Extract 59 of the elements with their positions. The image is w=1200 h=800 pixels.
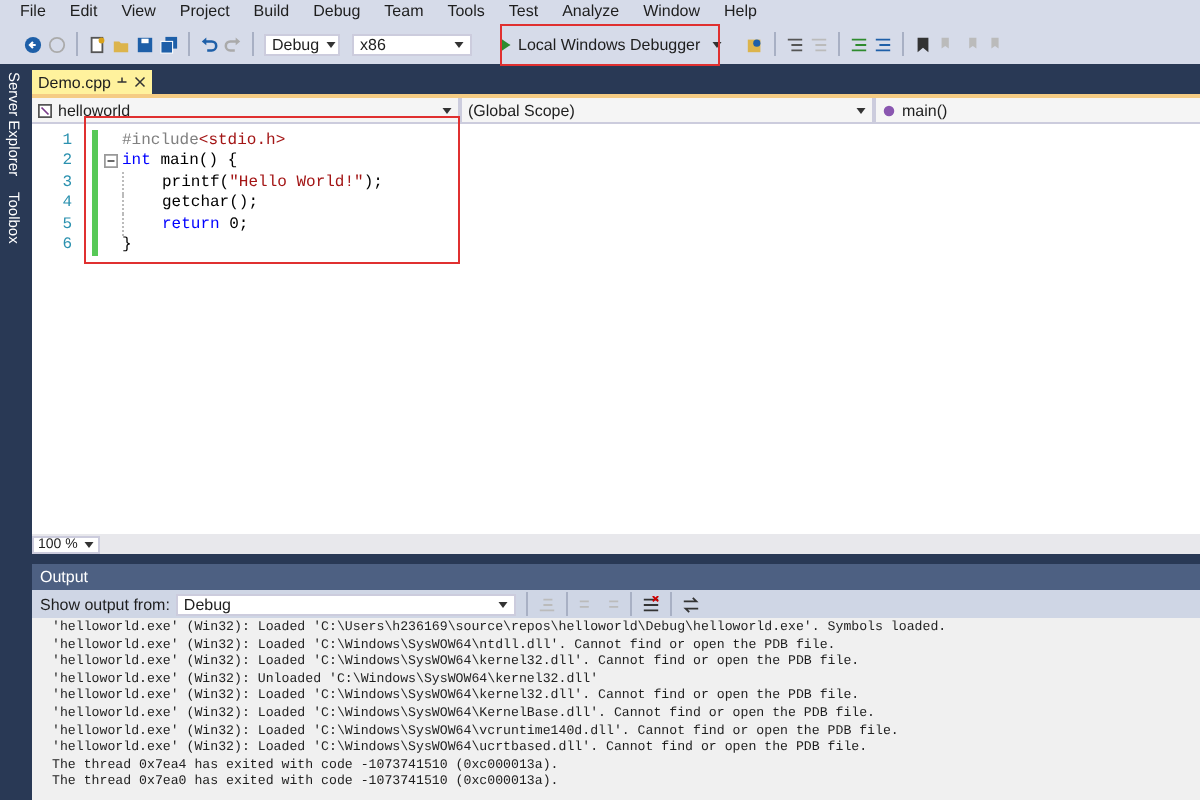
output-source-dropdown[interactable]: Debug	[175, 593, 516, 615]
clear-all-icon[interactable]	[641, 595, 660, 613]
menu-item[interactable]: File	[8, 2, 58, 22]
line-number: 3	[60, 173, 74, 192]
menu-item[interactable]: Help	[712, 2, 769, 22]
code-line: getchar();	[160, 194, 259, 213]
member-dropdown[interactable]: main()	[876, 98, 1200, 122]
dropdown-caret-icon[interactable]	[442, 107, 452, 113]
scope-dropdown[interactable]: (Global Scope)	[462, 98, 876, 122]
play-icon	[500, 37, 512, 51]
line-number: 5	[60, 215, 74, 234]
code-line: }	[122, 236, 132, 255]
output-source-label: Show output from:	[40, 595, 170, 613]
undo-icon[interactable]	[200, 35, 218, 53]
save-all-icon[interactable]	[160, 35, 178, 53]
word-wrap-icon[interactable]	[681, 595, 700, 613]
menu-item[interactable]: Window	[631, 2, 713, 22]
dropdown-caret-icon[interactable]	[454, 41, 464, 47]
menu-item[interactable]: Test	[496, 2, 551, 22]
indent-icon[interactable]	[786, 35, 805, 53]
menu-item[interactable]: Project	[167, 2, 242, 22]
line-number: 1	[60, 131, 74, 150]
code-line: #include<stdio.h>	[122, 131, 286, 150]
code-line: return 0;	[160, 215, 249, 234]
dropdown-caret-icon[interactable]	[84, 541, 94, 547]
new-item-icon[interactable]	[88, 35, 106, 53]
back-arrow-icon[interactable]	[24, 35, 42, 53]
menu-item[interactable]: Build	[241, 2, 302, 22]
menu-item[interactable]: Tools	[435, 2, 497, 22]
dropdown-caret-icon[interactable]	[712, 41, 723, 47]
code-line: int main() {	[122, 152, 238, 171]
dropdown-caret-icon[interactable]	[325, 41, 336, 47]
project-icon	[38, 103, 52, 117]
menu-item[interactable]: Debug	[301, 2, 373, 22]
line-number: 6	[60, 236, 74, 255]
pin-icon[interactable]	[116, 76, 129, 88]
dropdown-caret-icon[interactable]	[856, 107, 866, 113]
line-number: 2	[60, 152, 74, 171]
bookmark-icon[interactable]	[914, 35, 933, 53]
panel-title: Output	[40, 568, 89, 586]
line-number: 4	[60, 194, 74, 213]
method-icon	[882, 103, 896, 117]
code-line: printf("Hello World!");	[160, 173, 383, 192]
find-in-files-icon[interactable]	[746, 35, 765, 53]
menu-item[interactable]: View	[109, 2, 168, 22]
uncomment-lines-icon[interactable]	[874, 35, 893, 53]
configuration-dropdown[interactable]: Debug	[264, 33, 340, 55]
dropdown-caret-icon[interactable]	[497, 601, 508, 607]
document-tab[interactable]: Demo.cpp	[32, 70, 153, 94]
close-icon[interactable]	[134, 76, 147, 88]
start-debugger-button[interactable]: Local Windows Debugger	[494, 33, 729, 55]
platform-dropdown[interactable]: x86	[352, 33, 472, 55]
menu-item[interactable]: Edit	[57, 2, 110, 22]
comment-lines-icon[interactable]	[850, 35, 869, 53]
collapse-icon[interactable]	[103, 154, 117, 169]
menu-item[interactable]: Team	[372, 2, 436, 22]
save-icon[interactable]	[136, 35, 154, 53]
menu-item[interactable]: Analyze	[550, 2, 632, 22]
project-dropdown[interactable]: helloworld	[32, 98, 462, 122]
